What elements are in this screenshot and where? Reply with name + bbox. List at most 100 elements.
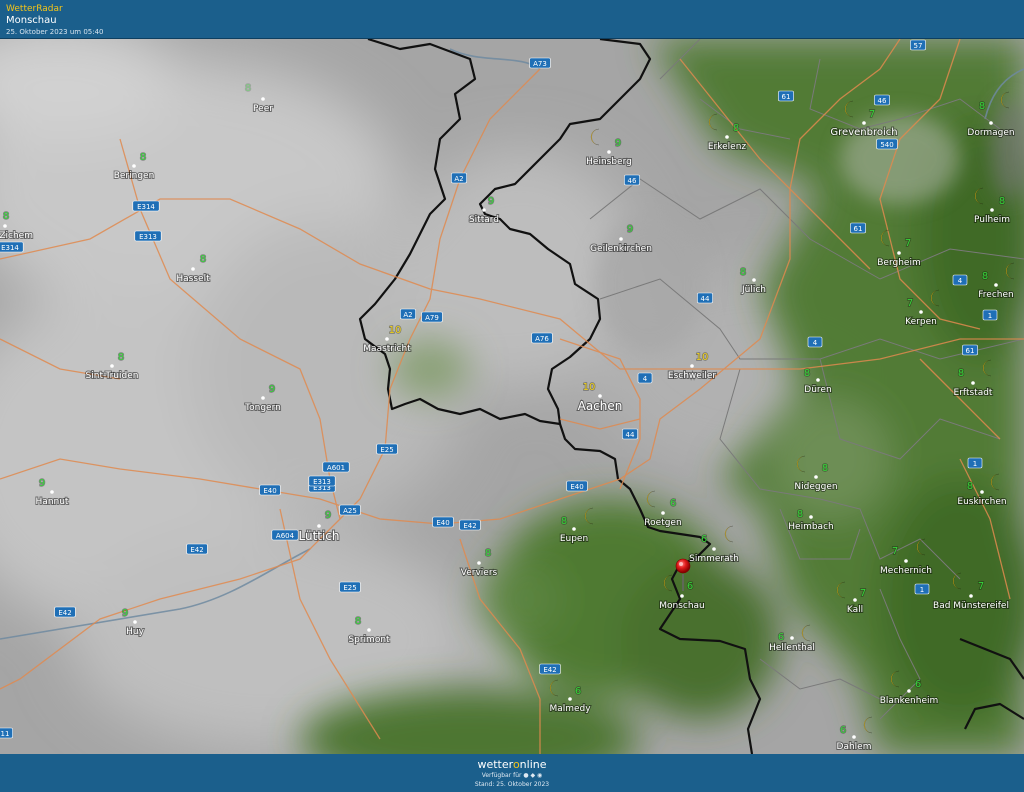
road-label: A79: [425, 314, 439, 322]
map-canvas[interactable]: A735761 46540A2 46E314E313E314614A2 A79 144E…: [0, 39, 1024, 754]
road-shield: 1: [982, 309, 998, 321]
temperature-label: 6: [840, 725, 846, 736]
road-label: E40: [263, 487, 276, 495]
city-dot: [971, 381, 975, 385]
road-shield: E42: [186, 543, 208, 555]
city-dot: [607, 150, 611, 154]
road-shield: A2: [451, 172, 467, 184]
city-dot: [852, 735, 856, 739]
road-label: A2: [403, 311, 412, 319]
city-name: Sint-Truiden: [86, 371, 139, 381]
temperature-label: 8: [797, 509, 803, 520]
temperature-label: 8: [740, 267, 746, 278]
road-shield: E314: [132, 200, 160, 212]
city-dot: [598, 394, 602, 398]
road-label: A601: [327, 464, 345, 472]
logo-part-o: o: [512, 758, 520, 771]
temperature-label: 8: [140, 152, 146, 163]
road-label: 61: [782, 93, 791, 101]
data-stand: Stand: 25. Oktober 2023: [474, 781, 550, 788]
temperature-label: 6: [778, 632, 784, 643]
city-dot: [477, 561, 481, 565]
logo-part-b: nline: [519, 758, 547, 771]
road-shield: A73: [529, 57, 551, 69]
road-shield: A76: [531, 332, 553, 344]
city-dot: [367, 628, 371, 632]
app-brand: WetterRadar: [6, 4, 63, 14]
location-title: Monschau: [6, 15, 57, 26]
road-label: 44: [626, 431, 635, 439]
temperature-label: 9: [269, 384, 275, 395]
road-label: E314: [137, 203, 155, 211]
road-shield: 11: [0, 727, 13, 739]
city-dot: [261, 97, 265, 101]
city-name: Kerpen: [905, 317, 937, 327]
city-dot: [980, 490, 984, 494]
road-shield: A79: [421, 311, 443, 323]
city-dot: [990, 208, 994, 212]
road-shield: 4: [952, 274, 968, 286]
city-name: Peer: [253, 104, 273, 114]
road-shield: A604: [271, 529, 299, 541]
temperature-label: 8: [804, 368, 810, 379]
wetteronline-logo[interactable]: wetteronline: [0, 758, 1024, 771]
temperature-label: 8: [200, 254, 206, 265]
city-name: Erftstadt: [954, 388, 993, 398]
city-name: Dahlem: [837, 742, 872, 752]
road-label: 4: [813, 339, 818, 347]
radar-map[interactable]: A73 57 61 46 540 A2 46 E314 E313 E314 61 4 A2 A79 1 44 E…: [0, 39, 1024, 754]
road-shield: E314: [0, 241, 24, 253]
city-dot: [317, 524, 321, 528]
road-label: 46: [628, 177, 637, 185]
temperature-label: 8: [561, 516, 567, 527]
temperature-label: 7: [978, 581, 984, 592]
temperature-label: 8: [733, 123, 739, 134]
road-label: E25: [343, 584, 356, 592]
temperature-label: 8: [958, 368, 964, 379]
city-name: Jülich: [741, 285, 766, 295]
city-dot: [132, 164, 136, 168]
road-shield: 4: [637, 372, 653, 384]
logo-part-a: wetter: [477, 758, 513, 771]
city-name: Mechernich: [880, 566, 932, 576]
road-shield: 540: [876, 138, 898, 150]
city-dot: [904, 559, 908, 563]
city-name: Dormagen: [967, 128, 1014, 138]
city-dot: [3, 224, 7, 228]
road-label: 1: [988, 312, 992, 320]
city-dot: [752, 278, 756, 282]
temperature-label: 9: [325, 510, 331, 521]
road-label: 540: [880, 141, 893, 149]
road-label: 61: [966, 347, 975, 355]
road-label: A73: [533, 60, 547, 68]
road-label: E42: [543, 666, 556, 674]
temperature-label: 6: [575, 686, 581, 697]
city-name: Hellenthal: [769, 643, 815, 653]
road-shield: E25: [339, 581, 361, 593]
radar-timestamp: 25. Oktober 2023 um 05:40: [6, 28, 104, 36]
road-shield: A2: [400, 308, 416, 320]
temperature-label: 8: [118, 352, 124, 363]
temperature-label: 7: [869, 109, 875, 120]
road-shield: 44: [697, 292, 713, 304]
temperature-label: 10: [696, 352, 709, 363]
road-label: E313: [139, 233, 157, 241]
temperature-label: 7: [905, 238, 911, 249]
temperature-label: 6: [915, 679, 921, 690]
road-shield: 4: [807, 336, 823, 348]
city-dot: [790, 636, 794, 640]
city-name: Düren: [804, 385, 831, 395]
city-name: Nideggen: [794, 482, 837, 492]
city-name: Euskirchen: [957, 497, 1006, 507]
road-label: E314: [1, 244, 19, 252]
city-name: Hasselt: [176, 274, 210, 284]
temperature-label: 8: [485, 548, 491, 559]
temperature-label: 7: [907, 298, 913, 309]
road-label: 44: [701, 295, 710, 303]
temperature-label: 6: [670, 498, 676, 509]
temperature-label: 8: [999, 196, 1005, 207]
city-name: Beringen: [114, 171, 155, 181]
road-shield: E40: [432, 516, 454, 528]
road-shield: E40: [566, 480, 588, 492]
city-name: Eupen: [560, 534, 588, 544]
